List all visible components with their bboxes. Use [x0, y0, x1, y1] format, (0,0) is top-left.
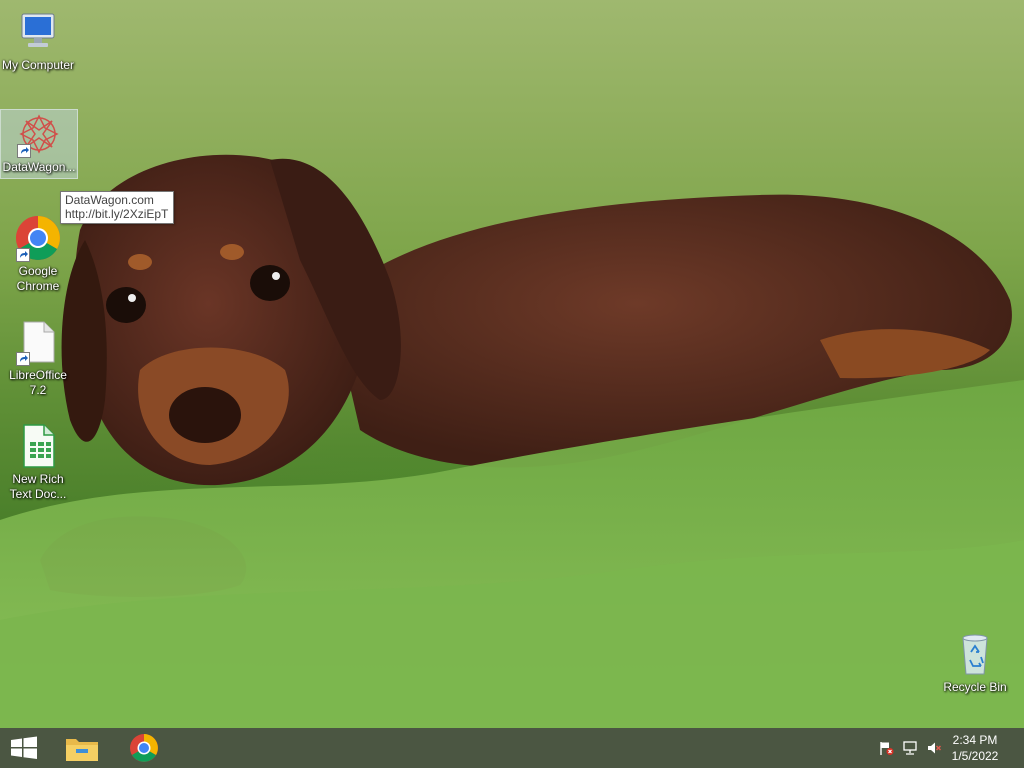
datawagon-icon [15, 110, 63, 158]
desktop-icon-label: Recycle Bin [943, 680, 1007, 694]
shortcut-arrow-icon [16, 248, 30, 262]
desktop-icon-label: New Rich Text Doc... [9, 472, 67, 501]
tooltip-line-1: DataWagon.com [65, 193, 154, 207]
spreadsheet-document-icon [14, 422, 62, 470]
action-center-flag-icon[interactable] [878, 740, 894, 756]
desktop-icon-datawagon[interactable]: DataWagon... [0, 109, 78, 179]
taskbar-google-chrome[interactable] [114, 728, 174, 768]
file-explorer-icon [66, 739, 98, 761]
taskbar: 2:34 PM 1/5/2022 [0, 728, 1024, 768]
system-tray: 2:34 PM 1/5/2022 [864, 728, 1024, 768]
tooltip: DataWagon.com http://bit.ly/2XziEpT [60, 191, 175, 224]
windows-start-icon [11, 736, 37, 759]
chrome-icon [130, 734, 158, 762]
computer-icon [14, 8, 62, 56]
desktop-icon-my-computer[interactable]: My Computer [0, 8, 76, 74]
desktop-icon-label: LibreOffice 7.2 [9, 368, 67, 397]
start-button[interactable] [0, 728, 48, 768]
wallpaper-image [0, 154, 1024, 728]
shortcut-arrow-icon [16, 352, 30, 366]
clock-date: 1/5/2022 [951, 749, 999, 763]
taskbar-file-explorer[interactable] [52, 728, 112, 768]
taskbar-clock[interactable]: 2:34 PM 1/5/2022 [940, 732, 1010, 764]
libreoffice-icon [14, 318, 62, 366]
chrome-icon [14, 214, 62, 262]
recycle-bin-icon [951, 630, 999, 678]
desktop-icon-label: Google Chrome [16, 264, 60, 293]
tooltip-line-2: http://bit.ly/2XziEpT [65, 207, 169, 221]
desktop-icon-label: DataWagon... [2, 160, 76, 174]
desktop[interactable]: My Computer DataWagon... DataWagon.com h… [0, 0, 1024, 728]
desktop-icon-label: My Computer [1, 58, 75, 72]
desktop-icon-libreoffice[interactable]: LibreOffice 7.2 [0, 318, 76, 402]
network-icon[interactable] [902, 740, 918, 756]
desktop-icon-google-chrome[interactable]: Google Chrome [0, 214, 76, 298]
shortcut-arrow-icon [17, 144, 31, 158]
desktop-icon-new-rich-text-doc[interactable]: New Rich Text Doc... [0, 422, 76, 506]
desktop-icon-recycle-bin[interactable]: Recycle Bin [937, 630, 1013, 698]
clock-time: 2:34 PM [952, 733, 998, 747]
